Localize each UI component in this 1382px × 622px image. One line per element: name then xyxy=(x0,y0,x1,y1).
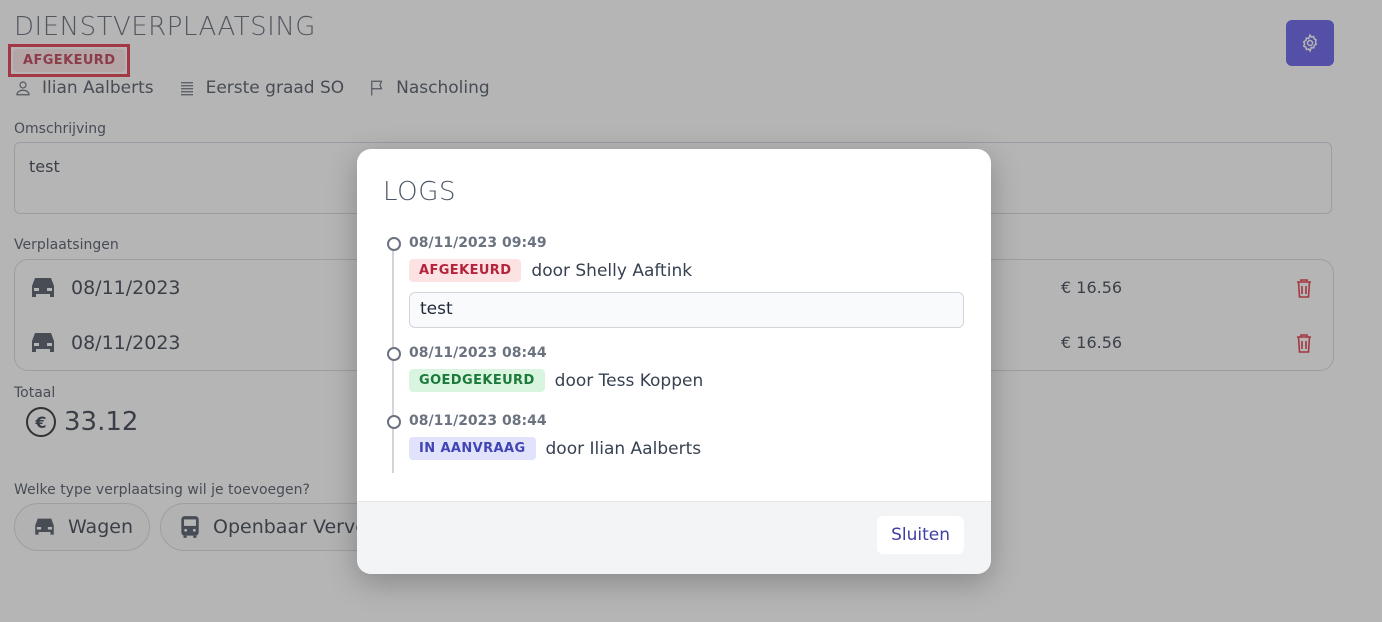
log-status-line: GOEDGEKEURD door Tess Koppen xyxy=(409,369,703,392)
log-status-line: AFGEKEURD door Shelly Aaftink xyxy=(409,259,692,282)
timeline-dot xyxy=(387,415,401,429)
log-timestamp: 08/11/2023 08:44 xyxy=(409,345,547,361)
log-author: door Shelly Aaftink xyxy=(531,260,693,281)
timeline-dot xyxy=(387,237,401,251)
timeline-dot xyxy=(387,347,401,361)
modal-title: LOGS xyxy=(383,177,457,207)
modal-footer: Sluiten xyxy=(357,501,991,574)
log-status-badge: AFGEKEURD xyxy=(409,259,522,282)
log-status-line: IN AANVRAAG door Ilian Aalberts xyxy=(409,437,701,460)
log-author: door Tess Koppen xyxy=(554,370,704,391)
log-comment: test xyxy=(409,292,964,328)
log-author: door Ilian Aalberts xyxy=(545,438,702,459)
log-timestamp: 08/11/2023 08:44 xyxy=(409,413,547,429)
log-timestamp: 08/11/2023 09:49 xyxy=(409,235,547,251)
logs-modal: LOGS 08/11/2023 09:49 AFGEKEURD door She… xyxy=(357,149,991,574)
log-status-badge: GOEDGEKEURD xyxy=(409,369,545,392)
close-button[interactable]: Sluiten xyxy=(877,516,964,554)
log-status-badge: IN AANVRAAG xyxy=(409,437,536,460)
